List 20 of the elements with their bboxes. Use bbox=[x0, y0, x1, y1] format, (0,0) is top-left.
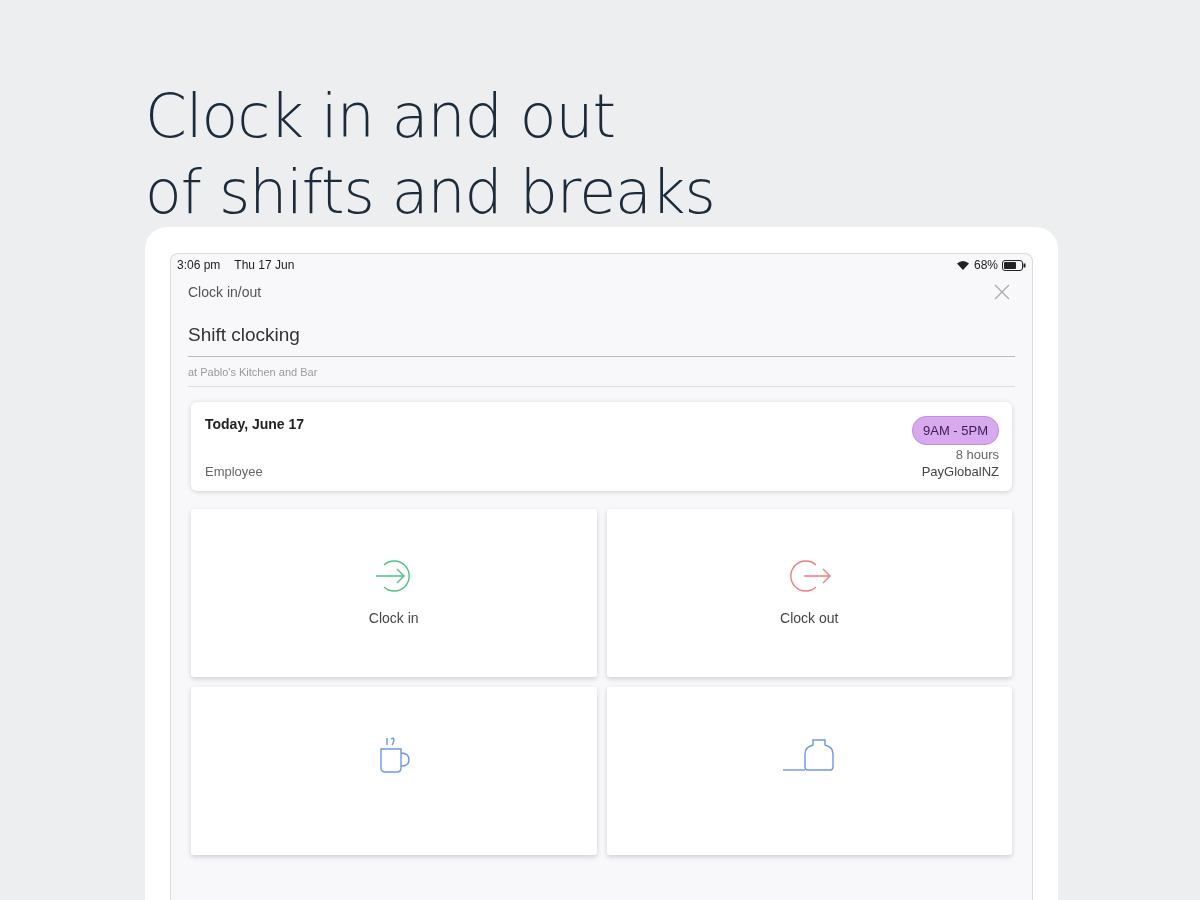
shift-date: Today, June 17 bbox=[205, 416, 306, 434]
shift-duration: 8 hours bbox=[954, 447, 999, 462]
battery-icon bbox=[1002, 259, 1026, 271]
page-title: Shift clocking bbox=[188, 308, 1015, 357]
close-button[interactable] bbox=[992, 282, 1012, 302]
status-time: 3:06 pm bbox=[177, 258, 221, 272]
company-name: PayGlobalNZ bbox=[920, 464, 999, 479]
wifi-icon bbox=[955, 259, 970, 271]
battery-percent: 68% bbox=[973, 258, 998, 272]
location-subtitle: at Pablo's Kitchen and Bar bbox=[188, 357, 1015, 387]
shift-time-badge: 9AM - 5PM bbox=[912, 416, 999, 445]
clock-in-tile[interactable]: Clock in bbox=[191, 509, 597, 677]
break-start-tile[interactable] bbox=[191, 687, 597, 855]
headline: of shifts and breaks bbox=[145, 156, 716, 229]
headline: Clock in and out bbox=[145, 80, 617, 153]
break-end-tile[interactable] bbox=[606, 687, 1012, 855]
status-date: Thu 17 Jun bbox=[234, 258, 295, 272]
shift-role: Employee bbox=[205, 464, 264, 479]
header-title: Clock in/out bbox=[188, 284, 262, 300]
clock-out-tile[interactable]: Clock out bbox=[606, 509, 1012, 677]
